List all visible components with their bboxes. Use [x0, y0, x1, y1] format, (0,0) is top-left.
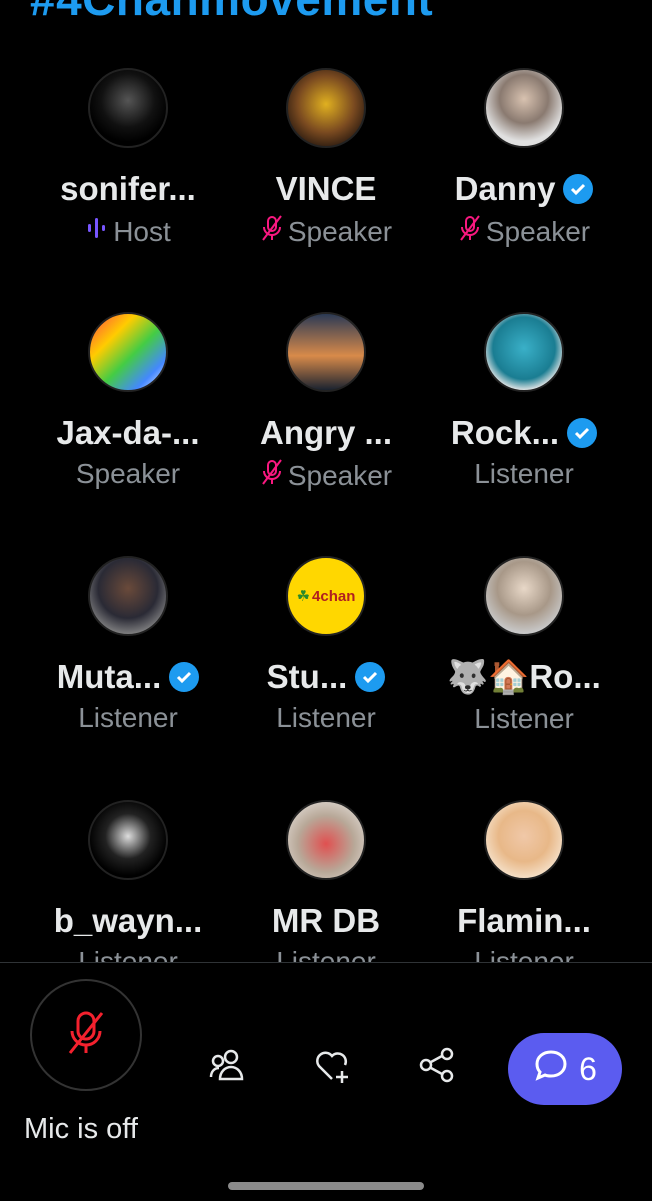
participant-role-row: Speaker — [424, 214, 624, 249]
participant-role: Listener — [78, 702, 178, 733]
participant-role: Speaker — [75, 458, 181, 489]
home-indicator[interactable] — [228, 1182, 424, 1190]
participant-role-row: Listener — [424, 458, 624, 490]
participant-name-row: VINCE — [226, 170, 426, 208]
participant-name: Rock... — [450, 414, 560, 451]
participant-card[interactable]: Rock... Listener — [424, 312, 624, 490]
participants-button[interactable] — [205, 1045, 249, 1089]
chat-button[interactable]: 6 — [508, 1033, 622, 1105]
participant-name: VINCE — [275, 170, 377, 207]
participant-name: b_wayn... — [53, 902, 203, 939]
participant-name-row: Muta... — [28, 658, 228, 696]
participant-name-row: Danny — [424, 170, 624, 208]
chat-bubble-icon — [533, 1047, 569, 1091]
man-suit-avatar[interactable] — [88, 556, 168, 636]
participant-name-row: Flamin... — [424, 902, 624, 940]
participant-name-row: Jax-da-... — [28, 414, 228, 452]
participant-card[interactable]: Muta... Listener — [28, 556, 228, 734]
verified-badge-icon — [169, 662, 200, 692]
blonde-woman-avatar[interactable] — [484, 800, 564, 880]
share-icon — [417, 1045, 457, 1090]
participant-role: Speaker — [287, 215, 393, 247]
audio-wave-icon — [85, 214, 109, 249]
mic-status-label: Mic is off — [24, 1113, 138, 1145]
participant-name-row: Stu... — [226, 658, 426, 696]
colorful-dog-avatar[interactable] — [88, 312, 168, 392]
heart-plus-icon — [312, 1045, 352, 1090]
participant-card[interactable]: Danny Speaker — [424, 68, 624, 249]
participant-card[interactable]: Flamin...Listener — [424, 800, 624, 978]
participant-card[interactable]: MR DBListener — [226, 800, 426, 978]
mic-muted-icon — [260, 458, 284, 493]
mic-off-icon — [64, 1009, 108, 1062]
participant-name: Stu... — [266, 658, 348, 695]
4chan-logo-avatar[interactable]: ☘ 4chan — [286, 556, 366, 636]
react-button[interactable] — [310, 1045, 354, 1089]
mic-toggle-button[interactable] — [30, 979, 142, 1091]
participant-name: sonifer... — [60, 170, 196, 207]
share-button[interactable] — [415, 1045, 459, 1089]
sunset-avatar[interactable] — [286, 312, 366, 392]
participant-name-row: Angry ... — [226, 414, 426, 452]
participant-name: Muta... — [56, 658, 162, 695]
participant-role: Speaker — [287, 459, 393, 491]
mic-muted-icon — [458, 214, 482, 249]
grey-hair-man-avatar[interactable] — [484, 556, 564, 636]
verified-badge-icon — [355, 662, 386, 692]
participant-role-row: Listener — [424, 703, 624, 735]
hooded-figure-avatar[interactable] — [88, 68, 168, 148]
athlete-yellow-avatar[interactable] — [286, 68, 366, 148]
participant-role: Listener — [474, 458, 574, 489]
participant-role-row: Listener — [28, 702, 228, 734]
participant-role-row: Speaker — [226, 458, 426, 493]
participant-name-row: sonifer... — [28, 170, 228, 208]
crypto-meme-avatar[interactable] — [286, 800, 366, 880]
participant-card[interactable]: b_wayn...Listener — [28, 800, 228, 978]
participant-role-row: Speaker — [28, 458, 228, 490]
man-portrait-avatar[interactable] — [484, 68, 564, 148]
participant-role-row: Host — [28, 214, 228, 249]
verified-badge-icon — [567, 418, 598, 448]
participant-role-row: Speaker — [226, 214, 426, 249]
participant-name: 🐺🏠Ro... — [447, 658, 601, 695]
participant-card[interactable]: ☘ 4chan Stu... Listener — [226, 556, 426, 734]
participant-name: Jax-da-... — [56, 414, 200, 451]
participant-name-row: 🐺🏠Ro... — [424, 658, 624, 697]
participant-role: Speaker — [485, 215, 591, 247]
participant-name: Danny — [454, 170, 556, 207]
participant-role-row: Listener — [226, 702, 426, 734]
verified-badge-icon — [563, 174, 594, 204]
hacker-avatar[interactable] — [88, 800, 168, 880]
mic-muted-icon — [260, 214, 284, 249]
participant-card[interactable]: sonifer... Host — [28, 68, 228, 249]
participant-name-row: MR DB — [226, 902, 426, 940]
participant-name-row: b_wayn... — [28, 902, 228, 940]
participant-card[interactable]: Jax-da-... Speaker — [28, 312, 228, 490]
participant-role: Host — [113, 215, 171, 247]
participant-card[interactable]: VINCE Speaker — [226, 68, 426, 249]
space-topic: #4Chanmovement — [30, 0, 433, 26]
chat-count: 6 — [579, 1050, 597, 1087]
participant-card[interactable]: Angry ... Speaker — [226, 312, 426, 493]
participant-name: Angry ... — [259, 414, 393, 451]
participant-name-row: Rock... — [424, 414, 624, 452]
blue-cap-avatar[interactable] — [484, 312, 564, 392]
participant-name: MR DB — [271, 902, 381, 939]
participant-role: Listener — [474, 703, 574, 734]
participant-card[interactable]: 🐺🏠Ro... Listener — [424, 556, 624, 735]
participant-role: Listener — [276, 702, 376, 733]
bottom-control-bar: Mic is off 6 — [0, 962, 652, 1201]
participant-name: Flamin... — [457, 902, 591, 939]
people-icon — [207, 1045, 247, 1090]
